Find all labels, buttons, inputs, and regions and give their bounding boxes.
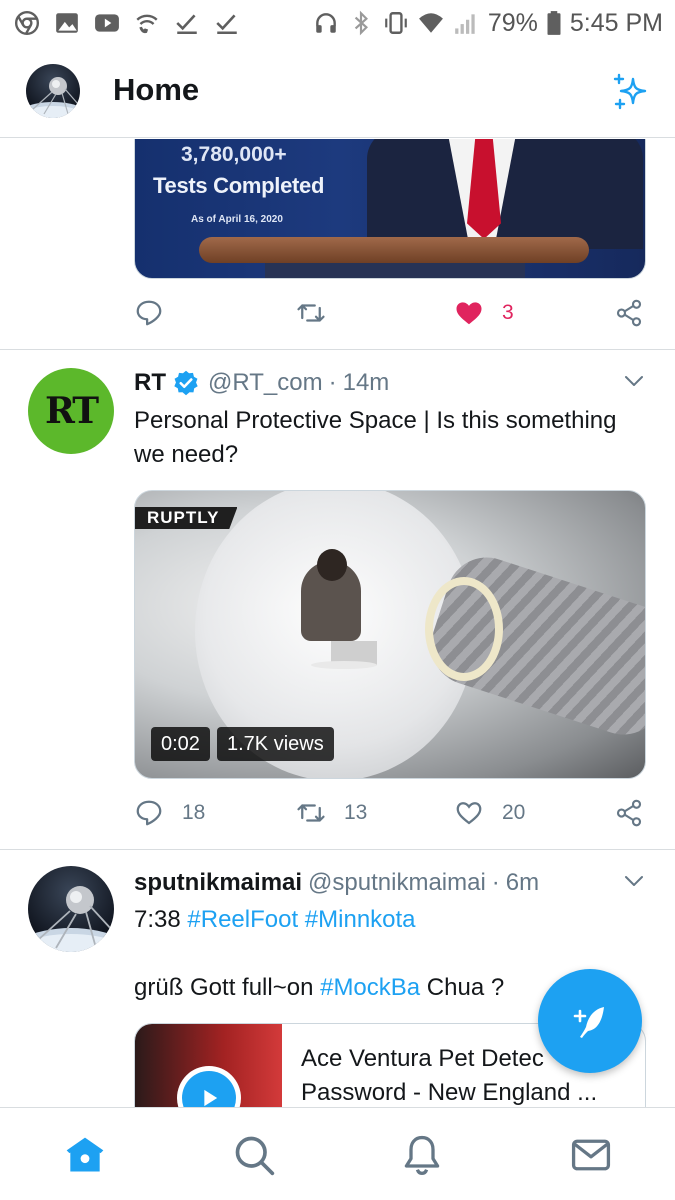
tweet-media-image[interactable]: 3,780,000+ Tests Completed As of April 1… bbox=[134, 139, 646, 279]
gallery-icon bbox=[54, 10, 80, 36]
tweet-header: RT @RT_com · 14m bbox=[134, 369, 389, 397]
headset-icon bbox=[313, 10, 339, 36]
bluetooth-icon bbox=[348, 10, 374, 36]
wifi-icon bbox=[418, 10, 444, 36]
messages-icon bbox=[571, 1139, 611, 1171]
like-count: 20 bbox=[502, 801, 526, 824]
retweet-count: 13 bbox=[344, 801, 368, 824]
home-icon bbox=[66, 1137, 104, 1172]
search-icon bbox=[235, 1136, 275, 1176]
tweet-video[interactable]: RUPTLY 0:02 1.7K views bbox=[134, 490, 646, 779]
share-icon bbox=[616, 299, 642, 327]
media-podium bbox=[199, 237, 589, 263]
check-icon bbox=[214, 10, 240, 36]
battery-level: 79% bbox=[487, 8, 538, 37]
play-icon bbox=[182, 1071, 236, 1107]
tweet-text: Personal Protective Space | Is this some… bbox=[134, 407, 617, 468]
rt-logo-text: RT bbox=[44, 390, 99, 432]
page-title: Home bbox=[113, 72, 200, 107]
verified-badge-icon bbox=[174, 370, 198, 396]
notifications-icon bbox=[404, 1135, 440, 1175]
text-fragment: 7:38 bbox=[134, 906, 188, 933]
share-button[interactable] bbox=[614, 298, 644, 328]
nav-home[interactable] bbox=[62, 1132, 108, 1178]
tweet-author-avatar[interactable]: RT bbox=[28, 368, 114, 454]
wifi-call-icon bbox=[134, 10, 160, 36]
separator-dot: · bbox=[491, 869, 500, 896]
retweet-icon bbox=[297, 304, 325, 322]
tweet-author-avatar[interactable] bbox=[28, 866, 114, 952]
timeline[interactable]: 3,780,000+ Tests Completed As of April 1… bbox=[0, 139, 675, 1107]
battery-icon bbox=[547, 10, 561, 36]
chrome-icon bbox=[14, 10, 40, 36]
video-table bbox=[311, 661, 377, 669]
heart-icon bbox=[456, 802, 482, 825]
reply-count: 18 bbox=[182, 801, 206, 824]
tweet-text-line: 7:38 #ReelFoot #Minnkota bbox=[134, 903, 634, 937]
text-fragment: grüß Gott full~on bbox=[134, 974, 321, 1001]
compose-feather-icon bbox=[573, 1007, 604, 1038]
retweet-button[interactable] bbox=[296, 298, 326, 328]
youtube-icon bbox=[94, 10, 120, 36]
video-source-logo: RUPTLY bbox=[135, 507, 238, 529]
hashtag-link[interactable]: #MockBa bbox=[320, 974, 420, 1001]
text-fragment: Chua ? bbox=[420, 974, 505, 1001]
media-text-count: 3,780,000+ bbox=[181, 143, 287, 166]
retweet-button[interactable]: 13 bbox=[296, 798, 367, 828]
signal-icon bbox=[453, 10, 479, 36]
reply-icon bbox=[136, 800, 162, 826]
bottom-navigation bbox=[0, 1107, 675, 1200]
reply-button[interactable]: 18 bbox=[134, 798, 205, 828]
author-handle[interactable]: @RT_com bbox=[208, 369, 323, 397]
reply-icon bbox=[136, 300, 162, 326]
share-button[interactable] bbox=[614, 798, 644, 828]
link-card-title-line: Password - New England ... bbox=[301, 1079, 598, 1106]
check-icon bbox=[174, 10, 200, 36]
video-person-head bbox=[317, 549, 347, 581]
tweet-actions: 3 bbox=[134, 293, 646, 333]
chevron-down-icon[interactable] bbox=[622, 869, 646, 893]
nav-notifications[interactable] bbox=[399, 1132, 445, 1178]
app-header: Home bbox=[0, 46, 675, 138]
media-text-label: Tests Completed bbox=[153, 173, 325, 198]
sparkle-icon[interactable] bbox=[609, 70, 653, 114]
tweet-divider bbox=[0, 849, 675, 850]
profile-avatar[interactable] bbox=[26, 64, 80, 118]
play-button[interactable] bbox=[177, 1066, 241, 1107]
author-name[interactable]: RT bbox=[134, 369, 166, 397]
text-space bbox=[298, 906, 305, 933]
nav-messages[interactable] bbox=[568, 1132, 614, 1178]
tweet-time[interactable]: 14m bbox=[343, 369, 390, 397]
media-text-date: As of April 16, 2020 bbox=[191, 214, 283, 225]
video-duration: 0:02 bbox=[151, 727, 210, 761]
chevron-down-icon[interactable] bbox=[622, 369, 646, 393]
tweet-header: sputnikmaimai @sputnikmaimai · 6m bbox=[134, 869, 539, 897]
compose-tweet-button[interactable] bbox=[538, 969, 642, 1073]
share-icon bbox=[616, 799, 642, 827]
status-bar: 79% 5:45 PM bbox=[0, 0, 675, 46]
tweet-divider bbox=[0, 349, 675, 350]
author-name[interactable]: sputnikmaimai bbox=[134, 869, 302, 897]
clock: 5:45 PM bbox=[569, 8, 663, 37]
tweet-actions: 18 13 20 bbox=[134, 793, 646, 833]
hashtag-link[interactable]: #Minnkota bbox=[305, 906, 416, 933]
vibrate-icon bbox=[383, 10, 409, 36]
video-ring bbox=[425, 577, 503, 681]
separator-dot: · bbox=[328, 369, 337, 396]
retweet-icon bbox=[297, 804, 325, 822]
nav-search[interactable] bbox=[231, 1132, 277, 1178]
author-handle[interactable]: @sputnikmaimai bbox=[308, 869, 486, 897]
like-button[interactable]: 3 bbox=[454, 298, 514, 328]
link-card-thumbnail bbox=[135, 1024, 282, 1107]
tweet-time[interactable]: 6m bbox=[506, 869, 539, 897]
heart-filled-icon bbox=[456, 302, 482, 325]
like-count: 3 bbox=[502, 301, 514, 324]
like-button[interactable]: 20 bbox=[454, 798, 525, 828]
video-views: 1.7K views bbox=[217, 727, 334, 761]
hashtag-link[interactable]: #ReelFoot bbox=[187, 906, 298, 933]
reply-button[interactable] bbox=[134, 298, 164, 328]
